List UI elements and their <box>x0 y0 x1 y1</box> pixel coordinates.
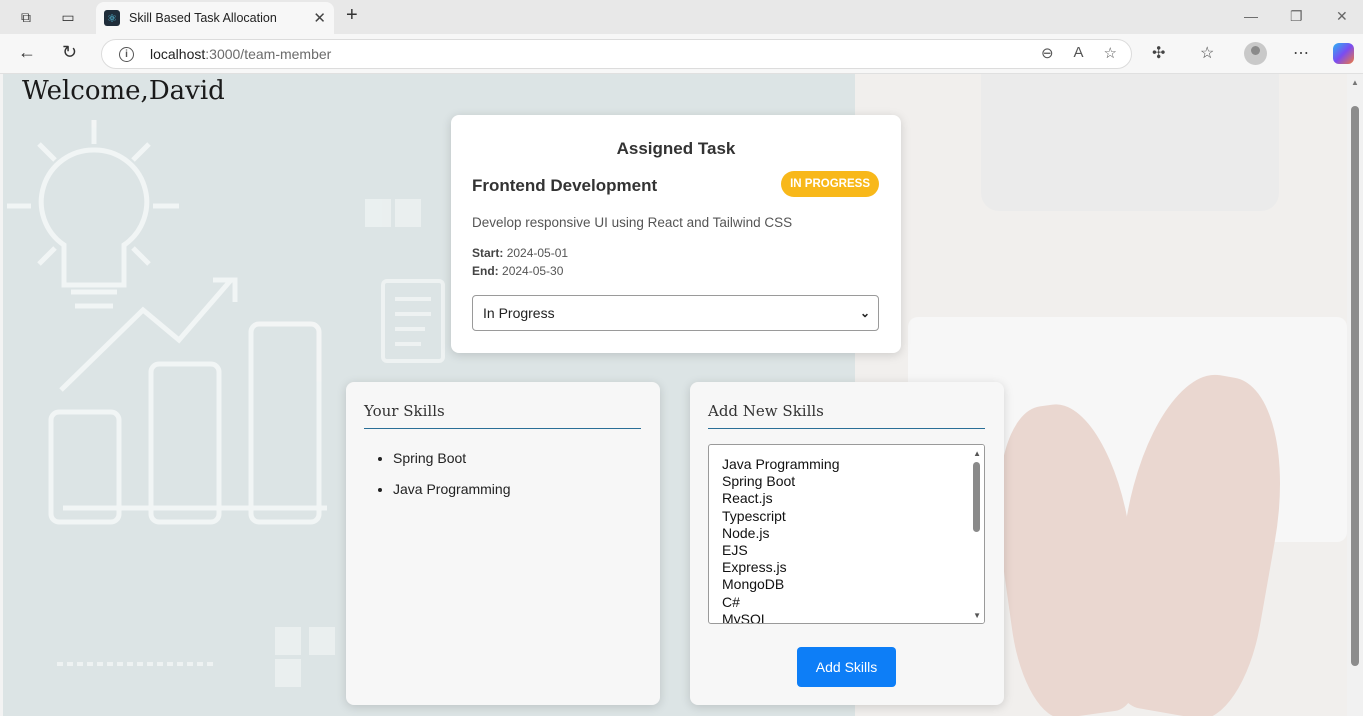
assigned-task-card: Assigned Task Frontend Development IN PR… <box>451 115 901 353</box>
browser-tab[interactable]: ⚛ Skill Based Task Allocation ✕ <box>96 2 334 34</box>
browser-tab-bar: ⧉ ▭ ⚛ Skill Based Task Allocation ✕ + — … <box>0 0 1363 34</box>
url-field[interactable]: i localhost:3000/team-member ⊖ A ☆ <box>101 39 1132 69</box>
favorite-star-icon[interactable]: ☆ <box>1104 44 1117 62</box>
add-skills-title: Add New Skills <box>708 402 824 420</box>
skill-option[interactable]: Java Programming <box>722 456 840 473</box>
skills-list: Spring Boot Java Programming <box>393 449 511 511</box>
page-scrollbar[interactable]: ▲ <box>1347 74 1363 716</box>
skill-option[interactable]: Express.js <box>722 559 840 576</box>
scroll-up-icon[interactable]: ▲ <box>1351 78 1359 87</box>
url-text: localhost:3000/team-member <box>150 46 332 62</box>
page-content: Welcome,David Assigned Task Frontend Dev… <box>3 74 1347 716</box>
select-scrollbar[interactable]: ▲ ▼ <box>969 445 984 623</box>
favorites-icon[interactable]: ☆ <box>1200 43 1214 63</box>
close-tab-icon[interactable]: ✕ <box>313 9 326 27</box>
skill-option[interactable]: Typescript <box>722 508 840 525</box>
task-status-select[interactable]: In Progress ⌄ <box>472 295 879 331</box>
title-divider <box>708 428 985 429</box>
status-badge: IN PROGRESS <box>781 171 879 197</box>
scroll-thumb[interactable] <box>973 462 980 532</box>
skill-option[interactable]: Spring Boot <box>722 473 840 490</box>
extensions-icon[interactable]: ✣ <box>1152 43 1165 63</box>
task-status-value: In Progress <box>483 305 555 321</box>
task-description: Develop responsive UI using React and Ta… <box>472 215 793 230</box>
skill-option[interactable]: MongoDB <box>722 576 840 593</box>
skills-multi-select[interactable]: Java Programming Spring Boot React.js Ty… <box>708 444 985 624</box>
workspaces-icon[interactable]: ⧉ <box>14 6 38 28</box>
close-window-icon[interactable]: ✕ <box>1336 8 1348 25</box>
title-divider <box>364 428 641 429</box>
tab-title: Skill Based Task Allocation <box>129 11 277 25</box>
zoom-icon[interactable]: ⊖ <box>1041 44 1054 62</box>
page-scroll-thumb[interactable] <box>1351 106 1359 666</box>
read-aloud-icon[interactable]: A <box>1074 44 1084 62</box>
back-icon[interactable]: ← <box>18 42 36 63</box>
task-name: Frontend Development <box>472 176 658 195</box>
refresh-icon[interactable]: ↻ <box>62 42 77 63</box>
site-info-icon[interactable]: i <box>119 46 134 62</box>
add-skills-card: Add New Skills Java Programming Spring B… <box>690 382 1004 705</box>
react-favicon-icon: ⚛ <box>104 10 120 26</box>
background-monitor <box>981 74 1279 211</box>
restore-icon[interactable]: ❐ <box>1290 8 1303 25</box>
your-skills-title: Your Skills <box>364 402 445 420</box>
skill-option[interactable]: C# <box>722 594 840 611</box>
tab-actions-icon[interactable]: ▭ <box>56 6 80 28</box>
skill-option[interactable]: Node.js <box>722 525 840 542</box>
task-end-date: End: 2024-05-30 <box>472 264 564 278</box>
chevron-down-icon: ⌄ <box>859 306 870 320</box>
profile-avatar[interactable] <box>1244 42 1267 65</box>
welcome-heading: Welcome,David <box>22 76 225 106</box>
scroll-up-icon[interactable]: ▲ <box>973 449 981 458</box>
skill-option[interactable]: EJS <box>722 542 840 559</box>
skill-option[interactable]: React.js <box>722 490 840 507</box>
new-tab-icon[interactable]: + <box>346 4 358 27</box>
skill-item: Spring Boot <box>393 449 511 467</box>
assigned-task-heading: Assigned Task <box>616 139 736 158</box>
browser-address-bar: ← ↻ i localhost:3000/team-member ⊖ A ☆ ✣… <box>0 34 1363 74</box>
task-start-date: Start: 2024-05-01 <box>472 246 569 260</box>
skill-option[interactable]: MySQL <box>722 611 840 623</box>
add-skills-button[interactable]: Add Skills <box>797 647 896 687</box>
scroll-down-icon[interactable]: ▼ <box>973 611 981 620</box>
copilot-icon[interactable] <box>1333 43 1354 64</box>
more-menu-icon[interactable]: ⋯ <box>1293 43 1309 63</box>
minimize-icon[interactable]: — <box>1244 8 1258 24</box>
skill-item: Java Programming <box>393 480 511 498</box>
your-skills-card: Your Skills Spring Boot Java Programming <box>346 382 660 705</box>
